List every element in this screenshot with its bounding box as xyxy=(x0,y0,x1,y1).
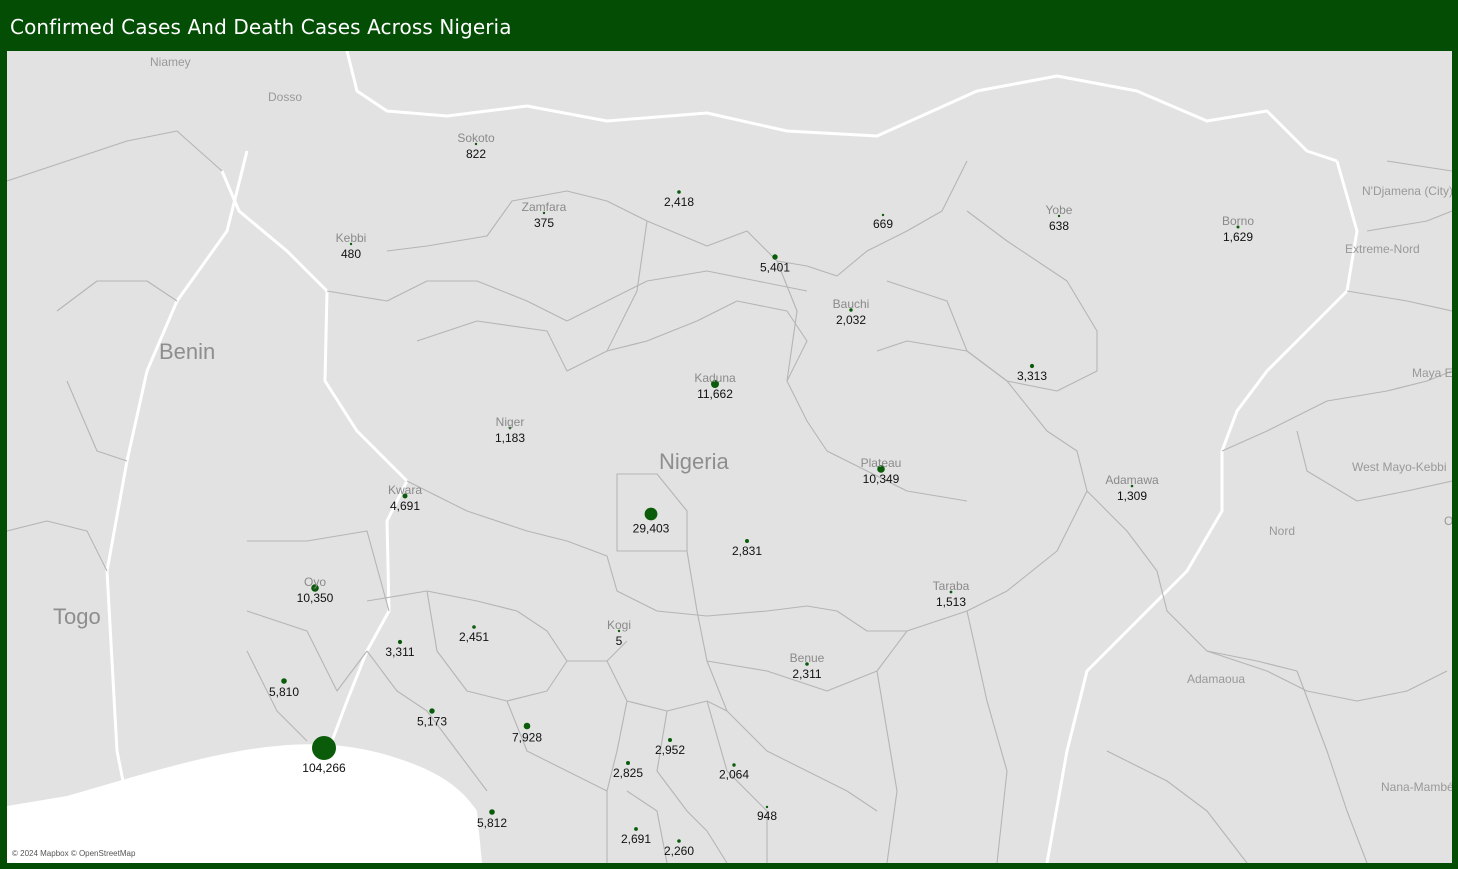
case-marker[interactable] xyxy=(668,738,672,742)
case-count-label: 2,451 xyxy=(459,630,489,644)
place-label: Nord xyxy=(1269,524,1295,538)
state-name-label: Kogi xyxy=(607,618,631,632)
place-label: Niamey xyxy=(150,55,191,69)
country-label-nigeria: Nigeria xyxy=(659,449,729,474)
case-count-label: 3,313 xyxy=(1017,369,1047,383)
case-marker[interactable] xyxy=(732,763,736,767)
case-marker[interactable] xyxy=(1029,363,1035,369)
country-label-benin: Benin xyxy=(159,339,215,364)
case-count-label: 1,309 xyxy=(1117,489,1147,503)
case-marker[interactable] xyxy=(677,839,681,843)
case-count-label: 3,311 xyxy=(385,645,414,659)
case-count-label: 948 xyxy=(757,809,777,823)
case-marker[interactable] xyxy=(281,678,287,684)
state-name-label: Kaduna xyxy=(694,371,736,385)
place-label: Nana-Mambéré xyxy=(1381,780,1452,794)
place-label: West Mayo-Kebbi xyxy=(1352,460,1446,474)
place-label: Adamaoua xyxy=(1187,672,1245,686)
case-marker[interactable] xyxy=(745,539,749,543)
case-count-label: 29,403 xyxy=(633,521,670,535)
case-count-label: 480 xyxy=(341,247,361,261)
case-count-label: 4,691 xyxy=(390,499,420,513)
case-marker[interactable] xyxy=(472,625,476,629)
case-count-label: 2,825 xyxy=(613,766,643,780)
case-count-label: 1,183 xyxy=(495,431,525,445)
case-marker[interactable] xyxy=(523,722,531,730)
state-name-label: Benue xyxy=(790,651,825,665)
case-count-label: 638 xyxy=(1049,219,1069,233)
place-label: Dosso xyxy=(268,90,302,104)
case-marker[interactable] xyxy=(397,639,403,645)
state-name-label: Sokoto xyxy=(457,131,495,145)
state-name-label: Bauchi xyxy=(833,297,870,311)
place-label: Maya Est ( xyxy=(1412,366,1452,380)
case-marker[interactable] xyxy=(489,809,495,815)
case-count-label: 1,513 xyxy=(936,595,966,609)
case-count-label: 1,629 xyxy=(1223,230,1253,244)
case-count-label: 2,032 xyxy=(836,313,866,327)
page-title: Confirmed Cases And Death Cases Across N… xyxy=(10,15,512,39)
case-count-label: 11,662 xyxy=(697,387,733,401)
state-name-label: Kebbi xyxy=(336,231,367,245)
state-name-label: Kwara xyxy=(388,483,422,497)
place-label: O ( xyxy=(1444,514,1452,528)
case-marker[interactable] xyxy=(881,213,885,217)
case-count-label: 5 xyxy=(616,634,623,648)
state-name-label: Borno xyxy=(1222,214,1254,228)
state-name-label: Zamfara xyxy=(522,200,567,214)
place-label: N'Djamena (City) xyxy=(1362,184,1452,198)
case-marker[interactable] xyxy=(429,708,435,714)
state-name-label: Yobe xyxy=(1046,203,1073,217)
case-count-label: 10,349 xyxy=(863,472,900,486)
country-label-togo: Togo xyxy=(53,604,101,629)
case-count-label: 2,952 xyxy=(655,743,685,757)
map-canvas[interactable]: Nigeria Benin Togo Niamey Dosso N'Djamen… xyxy=(7,51,1452,863)
case-marker[interactable] xyxy=(772,254,778,260)
state-name-label: Adamawa xyxy=(1105,473,1159,487)
case-count-label: 5,173 xyxy=(417,715,447,729)
case-count-label: 822 xyxy=(466,147,486,161)
case-marker[interactable] xyxy=(644,507,658,521)
case-count-label: 2,311 xyxy=(792,667,821,681)
case-count-label: 2,418 xyxy=(664,195,694,209)
case-count-label: 669 xyxy=(873,217,893,231)
case-count-label: 10,350 xyxy=(297,591,334,605)
state-name-label: Taraba xyxy=(933,579,970,593)
place-label: Extreme-Nord xyxy=(1345,242,1420,256)
case-count-label: 5,401 xyxy=(760,261,790,275)
case-marker[interactable] xyxy=(626,761,630,765)
map-attribution: © 2024 Mapbox © OpenStreetMap xyxy=(12,849,136,858)
case-marker[interactable] xyxy=(677,190,681,194)
state-name-label: Oyo xyxy=(304,575,326,589)
case-count-label: 2,260 xyxy=(664,844,694,858)
state-name-label: Plateau xyxy=(861,456,902,470)
state-name-label: Niger xyxy=(496,415,525,429)
case-count-label: 2,831 xyxy=(732,544,762,558)
map-view[interactable]: Nigeria Benin Togo Niamey Dosso N'Djamen… xyxy=(7,51,1452,863)
case-count-label: 7,928 xyxy=(512,730,542,744)
case-count-label: 5,810 xyxy=(269,685,299,699)
header-bar: Confirmed Cases And Death Cases Across N… xyxy=(0,0,1458,51)
case-count-label: 2,064 xyxy=(719,768,749,782)
case-marker[interactable] xyxy=(634,827,638,831)
case-count-label: 104,266 xyxy=(302,761,346,775)
case-marker[interactable] xyxy=(765,805,769,809)
case-count-label: 375 xyxy=(534,216,554,230)
case-count-label: 5,812 xyxy=(477,816,507,830)
case-marker[interactable] xyxy=(312,736,336,760)
case-count-label: 2,691 xyxy=(621,832,651,846)
